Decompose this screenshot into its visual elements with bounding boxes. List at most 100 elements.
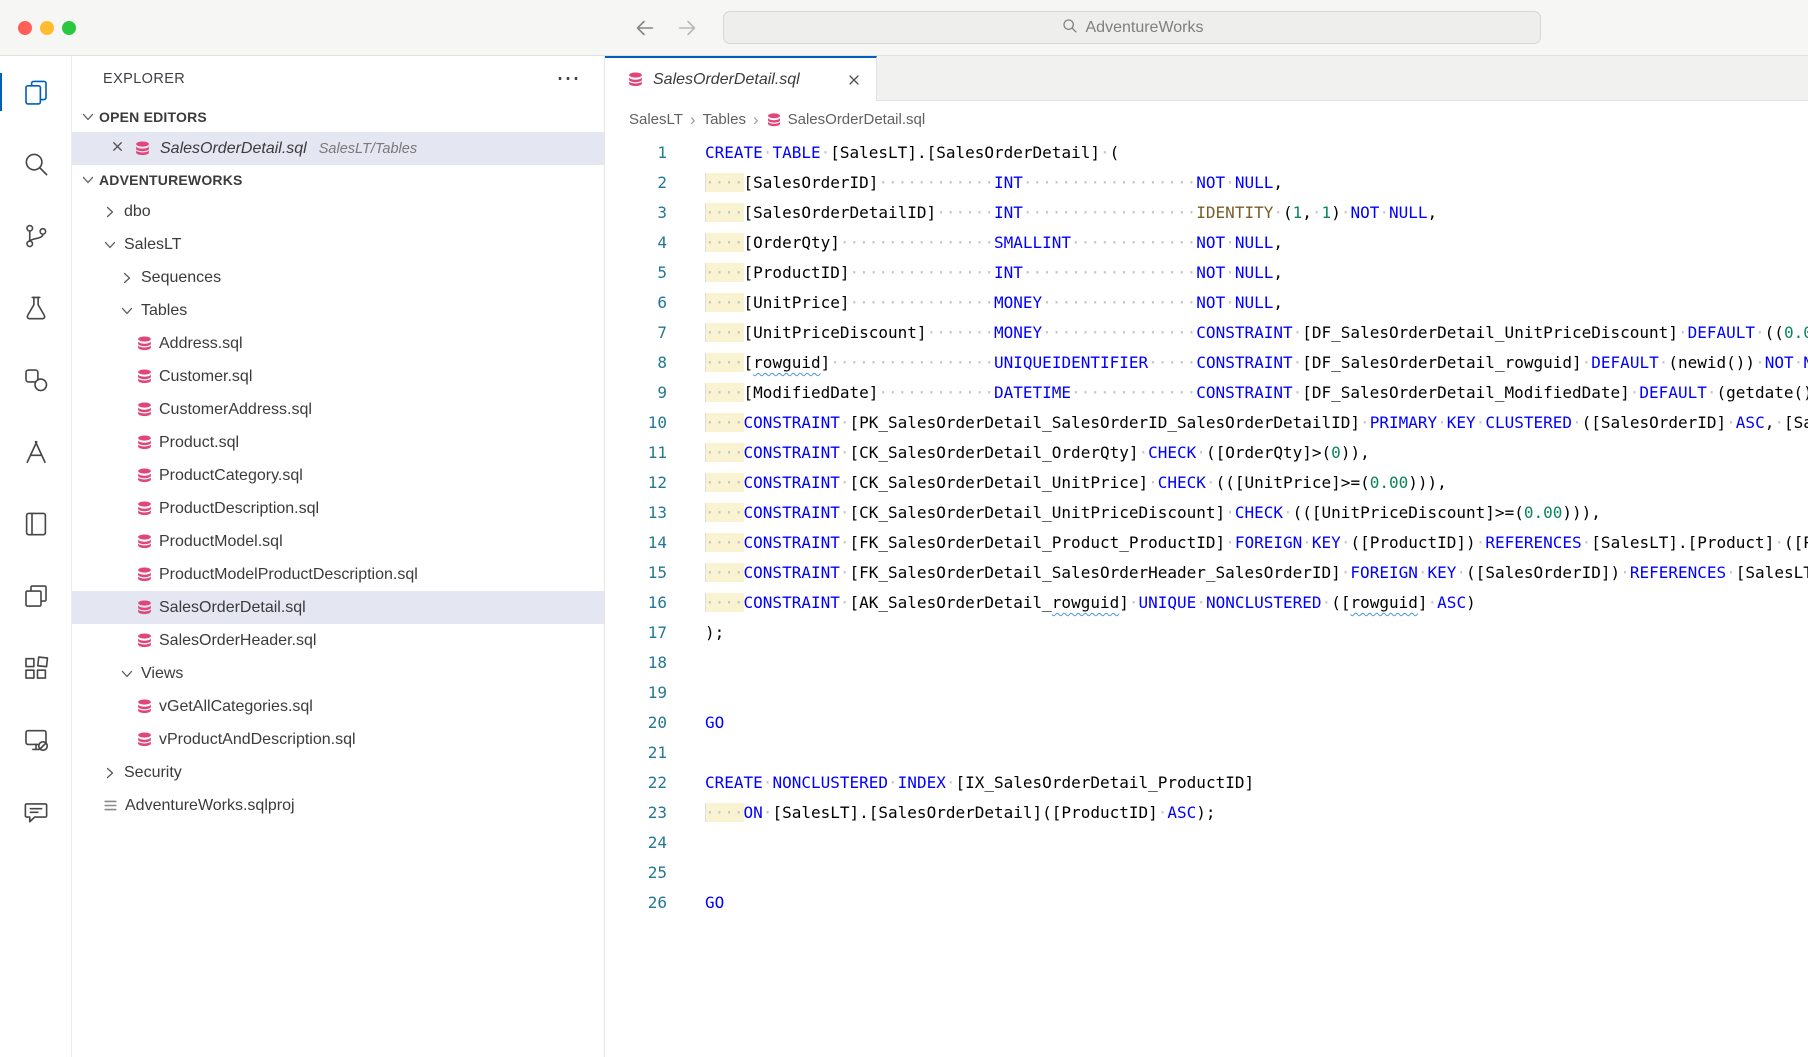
navigate-back-button[interactable] xyxy=(630,13,660,43)
code-line-content[interactable]: ····[ProductID]···············INT·······… xyxy=(693,258,1283,288)
code-line-content[interactable]: ····[rowguid]·················UNIQUEIDEN… xyxy=(693,348,1808,378)
code-line[interactable]: 25 xyxy=(605,858,1808,888)
tree-item-tables[interactable]: Tables xyxy=(72,294,604,327)
tree-item-vproductanddescription-sql[interactable]: vProductAndDescription.sql xyxy=(72,723,604,756)
code-line[interactable]: 16····CONSTRAINT·[AK_SalesOrderDetail_ro… xyxy=(605,588,1808,618)
tree-item-customer-sql[interactable]: Customer.sql xyxy=(72,360,604,393)
maximize-window-button[interactable] xyxy=(62,21,76,35)
tree-item-productcategory-sql[interactable]: ProductCategory.sql xyxy=(72,459,604,492)
code-line[interactable]: 8····[rowguid]·················UNIQUEIDE… xyxy=(605,348,1808,378)
code-line[interactable]: 18 xyxy=(605,648,1808,678)
code-line-content[interactable] xyxy=(693,858,705,888)
tree-item-security[interactable]: Security xyxy=(72,756,604,789)
code-line-content[interactable] xyxy=(693,648,705,678)
code-line-content[interactable]: ····CONSTRAINT·[PK_SalesOrderDetail_Sale… xyxy=(693,408,1808,438)
command-center-search[interactable]: AdventureWorks xyxy=(723,11,1541,44)
code-line[interactable]: 12····CONSTRAINT·[CK_SalesOrderDetail_Un… xyxy=(605,468,1808,498)
close-tab-icon[interactable] xyxy=(846,72,862,88)
open-editors-section-header[interactable]: OPEN EDITORS xyxy=(72,102,604,132)
code-line[interactable]: 19 xyxy=(605,678,1808,708)
code-line-content[interactable]: CREATE·TABLE·[SalesLT].[SalesOrderDetail… xyxy=(693,138,1119,168)
notebooks-icon[interactable] xyxy=(0,488,71,560)
code-line-content[interactable]: ····CONSTRAINT·[AK_SalesOrderDetail_rowg… xyxy=(693,588,1476,618)
tree-item-sequences[interactable]: Sequences xyxy=(72,261,604,294)
code-line-content[interactable]: ····CONSTRAINT·[FK_SalesOrderDetail_Prod… xyxy=(693,528,1808,558)
tree-item-customeraddress-sql[interactable]: CustomerAddress.sql xyxy=(72,393,604,426)
code-line[interactable]: 23····ON·[SalesLT].[SalesOrderDetail]([P… xyxy=(605,798,1808,828)
code-line-content[interactable]: ····ON·[SalesLT].[SalesOrderDetail]([Pro… xyxy=(693,798,1216,828)
tree-item-vgetallcategories-sql[interactable]: vGetAllCategories.sql xyxy=(72,690,604,723)
tree-item-salesorderdetail-sql[interactable]: SalesOrderDetail.sql xyxy=(72,591,604,624)
source-control-icon[interactable] xyxy=(0,200,71,272)
tab-salesorderdetail-sql[interactable]: SalesOrderDetail.sql xyxy=(605,56,877,101)
navigate-forward-button[interactable] xyxy=(672,13,702,43)
code-line-content[interactable]: ····CONSTRAINT·[FK_SalesOrderDetail_Sale… xyxy=(693,558,1808,588)
code-line[interactable]: 14····CONSTRAINT·[FK_SalesOrderDetail_Pr… xyxy=(605,528,1808,558)
tree-item-views[interactable]: Views xyxy=(72,657,604,690)
code-line[interactable]: 11····CONSTRAINT·[CK_SalesOrderDetail_Or… xyxy=(605,438,1808,468)
code-line[interactable]: 10····CONSTRAINT·[PK_SalesOrderDetail_Sa… xyxy=(605,408,1808,438)
code-line[interactable]: 1CREATE·TABLE·[SalesLT].[SalesOrderDetai… xyxy=(605,138,1808,168)
code-line-content[interactable]: ····[SalesOrderID]············INT·······… xyxy=(693,168,1283,198)
extensions-icon[interactable] xyxy=(0,632,71,704)
chevron-right-icon xyxy=(119,270,135,286)
tree-item-address-sql[interactable]: Address.sql xyxy=(72,327,604,360)
code-line-content[interactable] xyxy=(693,828,705,858)
code-line[interactable]: 21 xyxy=(605,738,1808,768)
explorer-icon[interactable] xyxy=(0,56,71,128)
code-line-content[interactable]: ····CONSTRAINT·[CK_SalesOrderDetail_Orde… xyxy=(693,438,1370,468)
azure-icon[interactable] xyxy=(0,416,71,488)
database-projects-icon[interactable] xyxy=(0,560,71,632)
code-line[interactable]: 17); xyxy=(605,618,1808,648)
code-line[interactable]: 6····[UnitPrice]···············MONEY····… xyxy=(605,288,1808,318)
testing-icon[interactable] xyxy=(0,272,71,344)
connections-icon[interactable] xyxy=(0,344,71,416)
project-section-header[interactable]: ADVENTUREWORKS xyxy=(72,165,604,195)
code-line[interactable]: 7····[UnitPriceDiscount]·······MONEY····… xyxy=(605,318,1808,348)
code-line-content[interactable]: ····[SalesOrderDetailID]······INT·······… xyxy=(693,198,1437,228)
code-line[interactable]: 15····CONSTRAINT·[FK_SalesOrderDetail_Sa… xyxy=(605,558,1808,588)
code-line[interactable]: 13····CONSTRAINT·[CK_SalesOrderDetail_Un… xyxy=(605,498,1808,528)
tree-item-product-sql[interactable]: Product.sql xyxy=(72,426,604,459)
code-line-content[interactable]: ····[ModifiedDate]············DATETIME··… xyxy=(693,378,1808,408)
tree-item-dbo[interactable]: dbo xyxy=(72,195,604,228)
code-line-content[interactable] xyxy=(693,678,705,708)
open-editor-item-salesorderdetail[interactable]: SalesOrderDetail.sql SalesLT/Tables xyxy=(72,132,604,165)
line-number: 7 xyxy=(605,318,693,348)
code-line[interactable]: 20GO xyxy=(605,708,1808,738)
close-editor-icon[interactable] xyxy=(110,139,125,159)
code-line[interactable]: 22CREATE·NONCLUSTERED·INDEX·[IX_SalesOrd… xyxy=(605,768,1808,798)
code-line-content[interactable]: ····[OrderQty]················SMALLINT··… xyxy=(693,228,1283,258)
feedback-icon[interactable] xyxy=(0,776,71,848)
code-line[interactable]: 24 xyxy=(605,828,1808,858)
breadcrumb-item-salesorderdetail-sql[interactable]: SalesOrderDetail.sql xyxy=(766,111,926,128)
code-line-content[interactable]: GO xyxy=(693,708,724,738)
close-window-button[interactable] xyxy=(18,21,32,35)
code-line-content[interactable]: ····[UnitPriceDiscount]·······MONEY·····… xyxy=(693,318,1808,348)
code-line[interactable]: 2····[SalesOrderID]············INT······… xyxy=(605,168,1808,198)
tree-item-productdescription-sql[interactable]: ProductDescription.sql xyxy=(72,492,604,525)
breadcrumb-item-tables[interactable]: Tables xyxy=(703,111,746,128)
code-line-content[interactable]: ····[UnitPrice]···············MONEY·····… xyxy=(693,288,1283,318)
tree-item-salesorderheader-sql[interactable]: SalesOrderHeader.sql xyxy=(72,624,604,657)
code-line[interactable]: 26GO xyxy=(605,888,1808,918)
code-line[interactable]: 4····[OrderQty]················SMALLINT·… xyxy=(605,228,1808,258)
code-line-content[interactable]: GO xyxy=(693,888,724,918)
code-line[interactable]: 5····[ProductID]···············INT······… xyxy=(605,258,1808,288)
tree-item-saleslt[interactable]: SalesLT xyxy=(72,228,604,261)
search-icon[interactable] xyxy=(0,128,71,200)
tree-item-productmodel-sql[interactable]: ProductModel.sql xyxy=(72,525,604,558)
code-line-content[interactable]: ····CONSTRAINT·[CK_SalesOrderDetail_Unit… xyxy=(693,468,1447,498)
code-line-content[interactable]: ····CONSTRAINT·[CK_SalesOrderDetail_Unit… xyxy=(693,498,1601,528)
code-line[interactable]: 3····[SalesOrderDetailID]······INT······… xyxy=(605,198,1808,228)
tree-item-productmodelproductdescription-sql[interactable]: ProductModelProductDescription.sql xyxy=(72,558,604,591)
code-editor[interactable]: 1CREATE·TABLE·[SalesLT].[SalesOrderDetai… xyxy=(605,138,1808,1057)
code-line-content[interactable]: CREATE·NONCLUSTERED·INDEX·[IX_SalesOrder… xyxy=(693,768,1254,798)
remote-explorer-icon[interactable] xyxy=(0,704,71,776)
tree-item-adventureworks-sqlproj[interactable]: AdventureWorks.sqlproj xyxy=(72,789,604,822)
code-line-content[interactable] xyxy=(693,738,705,768)
minimize-window-button[interactable] xyxy=(40,21,54,35)
breadcrumb-item-saleslt[interactable]: SalesLT xyxy=(629,111,683,128)
code-line[interactable]: 9····[ModifiedDate]············DATETIME·… xyxy=(605,378,1808,408)
code-line-content[interactable]: ); xyxy=(693,618,724,648)
